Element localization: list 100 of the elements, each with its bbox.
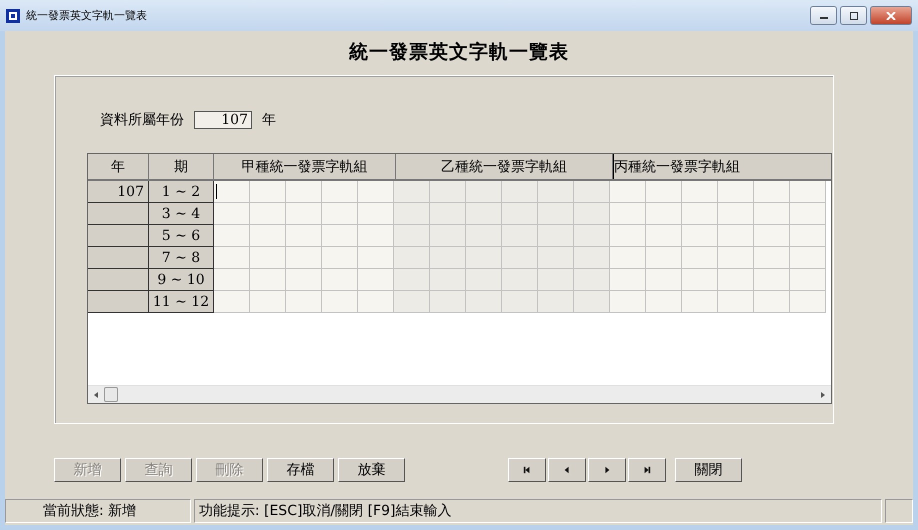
grid-cell[interactable] — [502, 247, 538, 269]
grid-cell[interactable] — [430, 247, 466, 269]
grid-cell[interactable] — [718, 291, 754, 313]
grid-cell[interactable] — [754, 203, 790, 225]
column-header[interactable]: 甲種統一發票字軌組 — [214, 154, 396, 179]
column-header[interactable]: 年 — [88, 154, 149, 179]
grid-cell[interactable] — [682, 269, 718, 291]
grid-cell[interactable] — [214, 181, 250, 203]
grid-cell[interactable] — [322, 181, 358, 203]
grid-cell[interactable] — [322, 247, 358, 269]
grid-cell[interactable] — [214, 269, 250, 291]
grid-cell[interactable] — [538, 291, 574, 313]
grid-cell[interactable] — [790, 181, 826, 203]
previous-record-button[interactable] — [548, 458, 586, 482]
grid-cell[interactable] — [394, 269, 430, 291]
grid-cell[interactable] — [538, 203, 574, 225]
close-button[interactable] — [870, 6, 912, 25]
minimize-button[interactable] — [810, 6, 837, 25]
grid-cell[interactable] — [358, 181, 394, 203]
grid-cell[interactable] — [250, 247, 286, 269]
grid-cell[interactable] — [574, 225, 610, 247]
grid-cell[interactable] — [646, 203, 682, 225]
grid-cell[interactable] — [502, 225, 538, 247]
grid-cell[interactable] — [286, 181, 322, 203]
grid-cell[interactable] — [502, 181, 538, 203]
grid-cell[interactable] — [574, 203, 610, 225]
next-record-button[interactable] — [588, 458, 626, 482]
first-record-button[interactable] — [508, 458, 546, 482]
grid-cell[interactable] — [502, 291, 538, 313]
grid-cell[interactable] — [358, 247, 394, 269]
grid-cell[interactable] — [754, 269, 790, 291]
grid-cell[interactable] — [610, 225, 646, 247]
maximize-button[interactable] — [840, 6, 867, 25]
grid-cell[interactable] — [754, 291, 790, 313]
grid-cell[interactable] — [466, 269, 502, 291]
grid-cell[interactable] — [538, 269, 574, 291]
grid-cell[interactable] — [610, 247, 646, 269]
grid-cell[interactable] — [430, 291, 466, 313]
grid-cell[interactable] — [754, 225, 790, 247]
column-header[interactable]: 乙種統一發票字軌組 — [396, 154, 613, 179]
grid-cell[interactable] — [790, 203, 826, 225]
action-button[interactable]: 放棄 — [338, 458, 405, 482]
column-header[interactable]: 期 — [149, 154, 214, 179]
grid-cell[interactable] — [394, 203, 430, 225]
grid-cell[interactable] — [466, 225, 502, 247]
grid-cell[interactable] — [286, 203, 322, 225]
grid-cell[interactable] — [466, 203, 502, 225]
grid-cell[interactable] — [574, 247, 610, 269]
grid-cell[interactable] — [574, 269, 610, 291]
grid-cell[interactable] — [610, 203, 646, 225]
grid-cell[interactable] — [790, 291, 826, 313]
grid-cell[interactable] — [718, 225, 754, 247]
grid-cell[interactable] — [646, 291, 682, 313]
grid-cell[interactable] — [538, 247, 574, 269]
scroll-right-icon[interactable] — [819, 390, 827, 398]
action-button[interactable]: 存檔 — [267, 458, 334, 482]
grid-cell[interactable] — [250, 291, 286, 313]
grid-cell[interactable] — [610, 181, 646, 203]
grid-cell[interactable] — [502, 269, 538, 291]
grid-cell[interactable] — [790, 269, 826, 291]
grid-cell[interactable] — [322, 291, 358, 313]
grid-cell[interactable] — [646, 181, 682, 203]
scroll-thumb[interactable] — [104, 387, 118, 402]
grid-cell[interactable] — [682, 203, 718, 225]
grid-cell[interactable] — [286, 269, 322, 291]
grid-cell[interactable] — [754, 181, 790, 203]
horizontal-scrollbar[interactable] — [88, 385, 831, 403]
grid-cell[interactable] — [394, 291, 430, 313]
grid-cell[interactable] — [790, 225, 826, 247]
grid-cell[interactable] — [250, 225, 286, 247]
grid-cell[interactable] — [718, 269, 754, 291]
grid-cell[interactable] — [718, 181, 754, 203]
grid-cell[interactable] — [430, 181, 466, 203]
grid-cell[interactable] — [466, 181, 502, 203]
grid-cell[interactable] — [430, 269, 466, 291]
grid-cell[interactable] — [754, 247, 790, 269]
grid-cell[interactable] — [250, 181, 286, 203]
grid-cell[interactable] — [502, 203, 538, 225]
grid-cell[interactable] — [646, 247, 682, 269]
grid-cell[interactable] — [286, 291, 322, 313]
grid-cell[interactable] — [250, 203, 286, 225]
grid-cell[interactable] — [682, 291, 718, 313]
grid-cell[interactable] — [214, 203, 250, 225]
grid-cell[interactable] — [358, 203, 394, 225]
grid-cell[interactable] — [610, 269, 646, 291]
grid-cell[interactable] — [538, 225, 574, 247]
scroll-left-icon[interactable] — [92, 390, 100, 398]
grid-cell[interactable] — [250, 269, 286, 291]
grid-cell[interactable] — [466, 291, 502, 313]
grid-cell[interactable] — [358, 291, 394, 313]
grid-cell[interactable] — [430, 225, 466, 247]
grid-cell[interactable] — [682, 247, 718, 269]
grid-cell[interactable] — [574, 181, 610, 203]
grid-cell[interactable] — [682, 225, 718, 247]
grid-cell[interactable] — [538, 181, 574, 203]
grid-cell[interactable] — [286, 225, 322, 247]
grid-cell[interactable] — [646, 225, 682, 247]
grid-cell[interactable] — [394, 247, 430, 269]
grid-cell[interactable] — [214, 291, 250, 313]
grid-cell[interactable] — [322, 225, 358, 247]
